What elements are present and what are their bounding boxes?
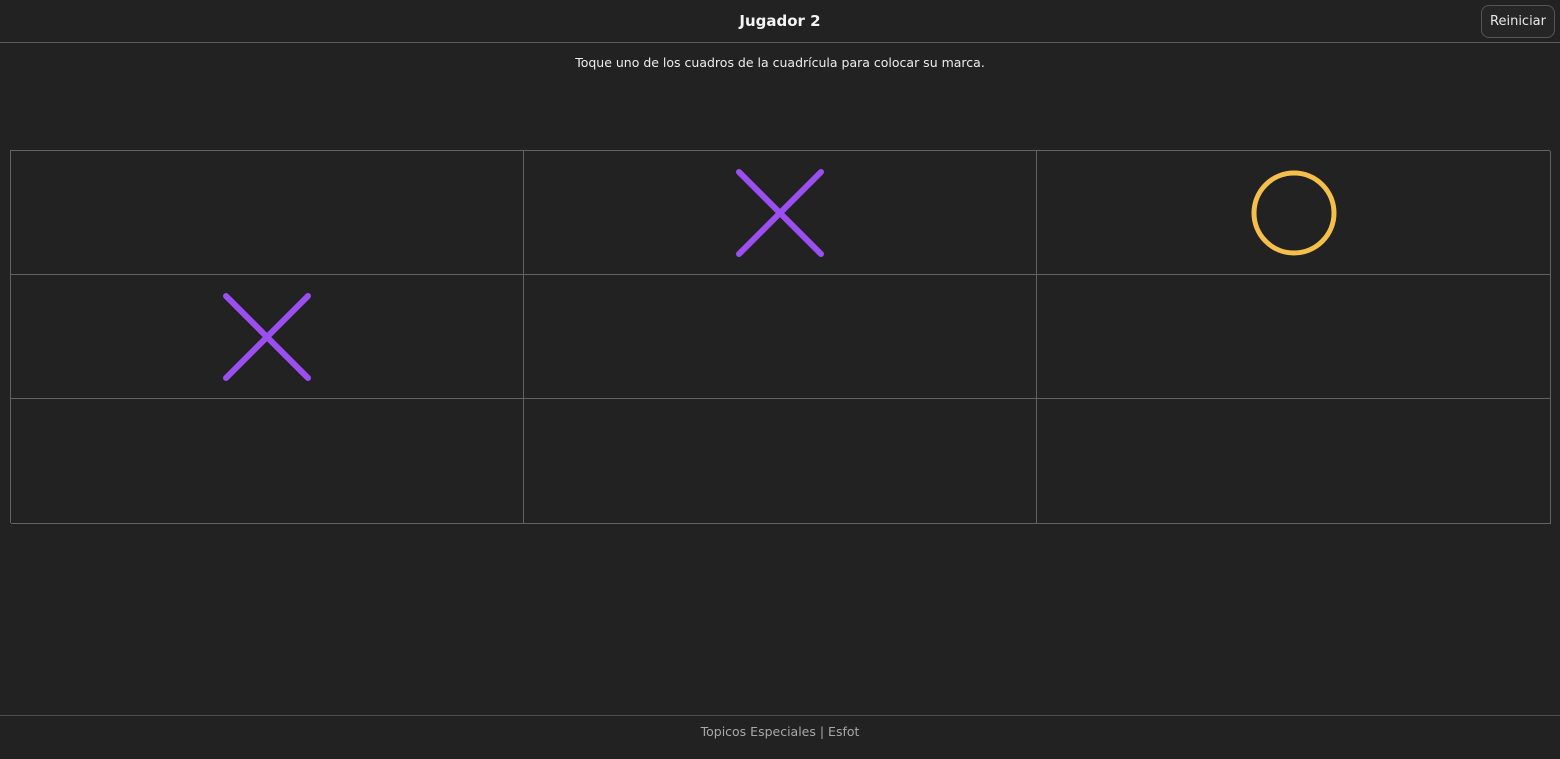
- restart-button[interactable]: Reiniciar: [1481, 5, 1555, 38]
- footer: Topicos Especiales | Esfot: [0, 715, 1560, 759]
- board-cell-3-1[interactable]: [11, 399, 524, 524]
- header: Jugador 2 Reiniciar: [0, 0, 1560, 43]
- board-cell-2-3[interactable]: [1037, 275, 1551, 399]
- footer-credits: Topicos Especiales | Esfot: [700, 724, 860, 739]
- board-cell-1-1[interactable]: [11, 151, 524, 275]
- game-board: [10, 150, 1551, 524]
- current-player-title: Jugador 2: [739, 12, 821, 30]
- board-cell-1-2[interactable]: [524, 151, 1037, 275]
- board-cell-1-3[interactable]: [1037, 151, 1551, 275]
- board-cell-3-3[interactable]: [1037, 399, 1551, 524]
- board-cell-3-2[interactable]: [524, 399, 1037, 524]
- board-cell-2-1[interactable]: [11, 275, 524, 399]
- x-mark-icon: [736, 168, 824, 257]
- x-mark-icon: [223, 292, 311, 381]
- o-mark-icon: [1251, 170, 1336, 255]
- board-cell-2-2[interactable]: [524, 275, 1037, 399]
- instructions-text: Toque uno de los cuadros de la cuadrícul…: [575, 55, 985, 70]
